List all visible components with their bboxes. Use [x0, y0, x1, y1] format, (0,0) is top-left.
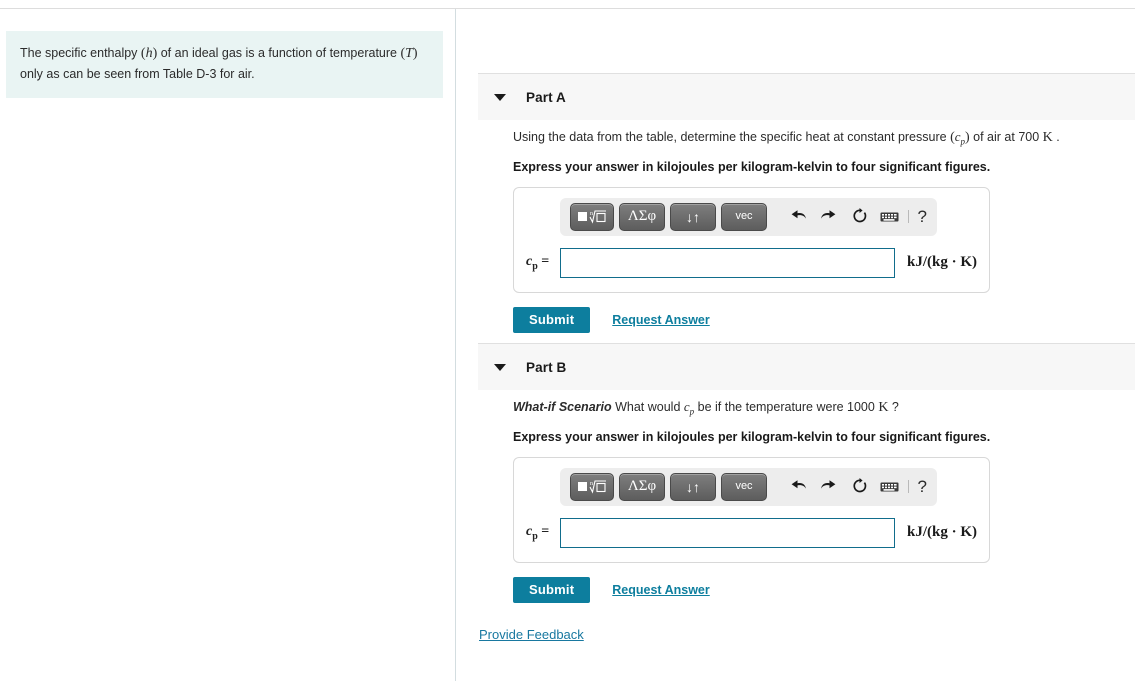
- part-b-prompt-text-1: What would: [611, 400, 684, 414]
- intro-paren-close-2: ): [412, 46, 418, 61]
- intro-var-h: h: [145, 46, 153, 61]
- part-a-answer-box: n ΛΣφ ↓↑ vec ? cp = kJ/(kg · K): [513, 186, 990, 293]
- arrows-label: ↓↑: [686, 478, 700, 495]
- toolbar-divider: [907, 210, 909, 224]
- part-b-header[interactable]: Part B: [478, 343, 1135, 390]
- part-a-title: Part A: [526, 89, 566, 105]
- arrows-label: ↓↑: [686, 208, 700, 225]
- vector-button[interactable]: vec: [721, 202, 767, 231]
- part-a-prompt-unit: K: [1042, 130, 1053, 145]
- reset-icon[interactable]: [849, 204, 869, 230]
- part-a-units: kJ/(kg · K): [906, 254, 977, 271]
- redo-icon[interactable]: [818, 204, 838, 230]
- intro-text-2: of an ideal gas is a function of tempera…: [157, 46, 401, 60]
- part-a-actions: Submit Request Answer: [513, 306, 1133, 333]
- part-b-title: Part B: [526, 359, 567, 375]
- part-a-instruction: Express your answer in kilojoules per ki…: [513, 160, 991, 175]
- part-a-request-answer-link[interactable]: Request Answer: [612, 313, 709, 327]
- part-a-submit-button[interactable]: Submit: [513, 306, 591, 333]
- part-a-prompt-text-2: of air at 700: [969, 130, 1043, 144]
- part-b-instruction: Express your answer in kilojoules per ki…: [513, 430, 991, 445]
- greek-symbols-button[interactable]: ΛΣφ: [619, 202, 665, 231]
- greek-symbols-label: ΛΣφ: [627, 208, 657, 225]
- keyboard-icon[interactable]: [879, 204, 899, 230]
- keyboard-icon[interactable]: [879, 474, 899, 500]
- intro-callout: The specific enthalpy (h) of an ideal ga…: [6, 31, 443, 99]
- template-button[interactable]: n: [570, 472, 614, 501]
- part-b-math-toolbar: n ΛΣφ ↓↑ vec ?: [560, 467, 937, 506]
- intro-var-T: T: [405, 46, 413, 61]
- template-root-icon: n: [578, 210, 606, 224]
- part-b-answer-box: n ΛΣφ ↓↑ vec ? cp = kJ/(kg · K): [513, 456, 990, 563]
- part-b-prompt: What-if Scenario What would cp be if the…: [513, 397, 1133, 419]
- vector-label: vec: [735, 210, 753, 223]
- svg-text:n: n: [590, 481, 593, 487]
- part-a-answer-input[interactable]: [560, 247, 895, 278]
- part-b-scenario-tag: What-if Scenario: [513, 400, 612, 414]
- help-button[interactable]: ?: [918, 478, 927, 495]
- svg-text:n: n: [590, 211, 593, 217]
- part-a-header[interactable]: Part A: [478, 73, 1135, 120]
- chevron-down-icon-part-b[interactable]: [494, 363, 506, 371]
- part-b-request-answer-link[interactable]: Request Answer: [612, 583, 709, 597]
- intro-text-3: only as can be seen from Table D-3 for a…: [20, 66, 255, 81]
- arrows-button[interactable]: ↓↑: [670, 202, 716, 231]
- greek-symbols-label: ΛΣφ: [627, 478, 657, 495]
- undo-icon[interactable]: [788, 204, 808, 230]
- template-button[interactable]: n: [570, 202, 614, 231]
- part-b-submit-button[interactable]: Submit: [513, 576, 591, 603]
- part-a-math-toolbar: n ΛΣφ ↓↑ vec ?: [560, 197, 937, 236]
- part-a-body: Using the data from the table, determine…: [513, 127, 1133, 333]
- redo-icon[interactable]: [818, 474, 838, 500]
- part-b-units: kJ/(kg · K): [906, 524, 977, 541]
- greek-symbols-button[interactable]: ΛΣφ: [619, 472, 665, 501]
- part-b-actions: Submit Request Answer: [513, 576, 1133, 603]
- arrows-button[interactable]: ↓↑: [670, 472, 716, 501]
- part-a-prompt-var: cp: [954, 129, 966, 147]
- toolbar-divider: [907, 480, 909, 494]
- help-button[interactable]: ?: [918, 208, 927, 225]
- part-b-prompt-var: cp: [683, 399, 695, 417]
- part-a-prompt-text-1: Using the data from the table, determine…: [513, 130, 951, 144]
- part-a-answer-row: cp = kJ/(kg · K): [526, 247, 977, 278]
- part-b-answer-label: cp =: [526, 523, 550, 542]
- left-pane: The specific enthalpy (h) of an ideal ga…: [0, 9, 455, 681]
- template-root-icon: n: [578, 480, 606, 494]
- vector-button[interactable]: vec: [721, 472, 767, 501]
- vector-label: vec: [735, 480, 753, 493]
- right-pane: Part A Using the data from the table, de…: [456, 9, 1135, 681]
- provide-feedback-link[interactable]: Provide Feedback: [479, 627, 584, 642]
- part-b-answer-row: cp = kJ/(kg · K): [526, 517, 977, 548]
- part-b-answer-input[interactable]: [560, 517, 895, 548]
- part-a-prompt: Using the data from the table, determine…: [513, 127, 1133, 149]
- chevron-down-icon-part-a[interactable]: [494, 93, 506, 101]
- part-b-prompt-text-2: be if the temperature were 1000: [694, 400, 879, 414]
- part-b-prompt-unit: K: [878, 400, 889, 415]
- part-a-answer-label: cp =: [526, 253, 550, 272]
- reset-icon[interactable]: [849, 474, 869, 500]
- intro-text-1: The specific enthalpy: [20, 46, 141, 60]
- undo-icon[interactable]: [788, 474, 808, 500]
- part-b-body: What-if Scenario What would cp be if the…: [513, 397, 1133, 603]
- part-b-prompt-text-3: ?: [888, 400, 899, 414]
- part-a-prompt-text-3: .: [1052, 130, 1060, 144]
